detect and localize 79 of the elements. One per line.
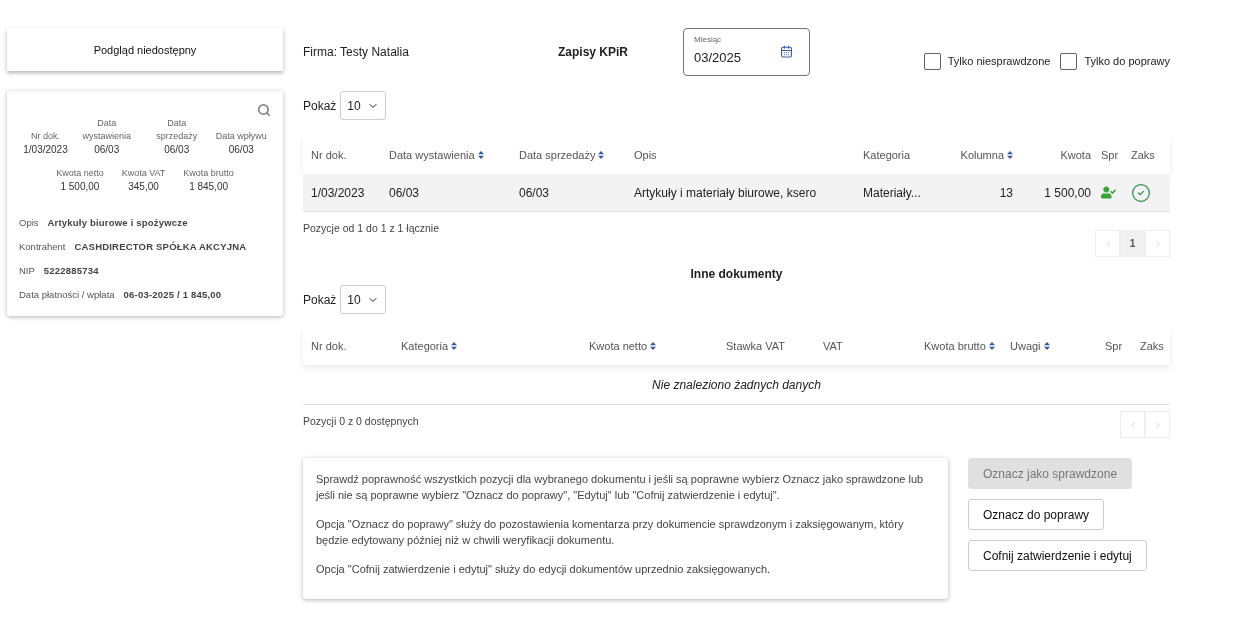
column-header[interactable]: Kolumna (943, 149, 1023, 161)
field-label: Nr dok. (30, 130, 60, 143)
sort-icon[interactable] (451, 342, 458, 350)
checkbox-label: Tylko niesprawdzone (947, 55, 1051, 67)
page-size-select[interactable]: 10 (340, 285, 387, 314)
column-header[interactable]: Uwagi (1010, 340, 1105, 352)
table-cell: 1 500,00 (1044, 185, 1091, 200)
preview-unavailable: Podgląd niedostępny (7, 28, 283, 71)
column-header[interactable]: Zaks (1140, 340, 1170, 352)
column-header[interactable]: Spr (1105, 340, 1140, 352)
column-header[interactable]: Opis (634, 149, 863, 161)
detail-label: Data płatności / wpłata (19, 288, 115, 302)
amount-value: 345,00 (128, 180, 159, 194)
field-value: 06/03 (94, 143, 120, 157)
action-button[interactable]: Cofnij zatwierdzenie i edytuj (968, 540, 1147, 571)
company-name: Firma: Testy Natalia (303, 45, 410, 59)
sort-icon[interactable] (1007, 151, 1013, 159)
table-cell: 13 (999, 185, 1013, 200)
amount-label: Kwota VAT (121, 167, 166, 180)
detail-value: CASHDIRECTOR SPÓŁKA AKCYJNA (74, 240, 247, 254)
sort-icon[interactable] (988, 342, 995, 350)
month-field[interactable]: Miesiąc 03/2025 (683, 28, 810, 76)
detail-value: 06-03-2025 / 1 845,00 (123, 288, 222, 302)
detail-value: Artykuły biurowe i spożywcze (47, 216, 188, 230)
table-cell: Artykuły i materiały biurowe, ksero (634, 185, 817, 200)
column-header[interactable]: Kwota (1023, 149, 1101, 161)
column-header[interactable]: Zaks (1131, 149, 1170, 161)
calendar-icon[interactable] (780, 45, 793, 58)
field-value: 06/03 (228, 143, 254, 157)
page-button[interactable]: 1 (1120, 230, 1145, 257)
sort-icon[interactable] (1043, 342, 1050, 350)
column-header[interactable]: Kategoria (401, 340, 589, 352)
column-header[interactable]: Kwota netto (589, 340, 726, 352)
detail-label: Kontrahent (19, 240, 66, 254)
sort-icon[interactable] (650, 342, 657, 350)
amount-label: Kwota netto (56, 167, 104, 180)
page-size-select[interactable]: 10 (340, 91, 387, 120)
action-button[interactable]: Oznacz do poprawy (968, 499, 1105, 530)
column-header[interactable]: Stawka VAT (726, 340, 823, 352)
section-title: Inne dokumenty (690, 267, 783, 281)
column-header[interactable]: Data wystawienia (389, 149, 519, 161)
column-header[interactable]: Nr dok. (303, 149, 389, 161)
search-icon[interactable] (257, 103, 271, 117)
sort-icon[interactable] (477, 151, 484, 159)
table-summary: Pozycji 0 z 0 dostępnych (303, 415, 419, 427)
detail-value: 5222885734 (43, 264, 99, 278)
checkbox-label: Tylko do poprawy (1084, 55, 1170, 67)
field-label: Data wpływu (215, 130, 267, 143)
table-cell: 06/03 (519, 185, 550, 200)
column-header[interactable]: Kategoria (863, 149, 943, 161)
page-size-label: Pokaż (303, 292, 337, 307)
info-paragraph: Opcja "Oznacz do poprawy" służy do pozostawienia komentarza przy dokumencie sprawdzonym i zaksięgowanym, który będzie edytowany później niż w chwili weryfikacji dokumentu. (316, 517, 905, 548)
column-header[interactable]: Nr dok. (303, 340, 401, 352)
table-cell: Materiały... (863, 185, 921, 200)
field-label: Data wystawienia (81, 117, 132, 143)
info-paragraph: Opcja "Cofnij zatwierdzenie i edytuj" służy do edycji dokumentów uprzednio zaksięgowanych. (316, 562, 772, 577)
detail-label: Opis (19, 216, 39, 230)
page-size-label: Pokaż (303, 98, 337, 113)
table-row[interactable]: 1/03/2023 06/03 06/03 Artykuły i materiały biurowe, ksero Materiały... 13 1 500,00 (303, 174, 1170, 212)
column-header[interactable]: Spr (1101, 149, 1131, 161)
amount-label: Kwota brutto (183, 167, 234, 180)
table-cell: 06/03 (389, 185, 420, 200)
field-label: Data sprzedaży (155, 117, 199, 143)
amount-value: 1 845,00 (189, 180, 229, 194)
info-paragraph: Sprawdź poprawność wszystkich pozycji dla wybranego dokumentu i jeśli są poprawne wybierz Oznacz jako sprawdzone lub jeśli nie są poprawne wybierz "Oznacz do poprawy", "Edytuj" lub "Cofnij zatwierdzenie i edytuj". (316, 472, 925, 503)
field-value: 1/03/2023 (23, 143, 68, 157)
column-header[interactable]: Data sprzedaży (519, 149, 634, 161)
page-title: Zapisy KPiR (557, 45, 629, 59)
table-summary: Pozycje od 1 do 1 z 1 łącznie (303, 222, 439, 234)
empty-message: Nie znaleziono żadnych danych (303, 365, 1170, 405)
column-header[interactable]: Kwota brutto (924, 340, 1010, 352)
column-header[interactable]: VAT (823, 340, 924, 352)
field-value: 06/03 (164, 143, 190, 157)
sort-icon[interactable] (598, 151, 605, 159)
checkbox[interactable] (923, 52, 941, 70)
amount-value: 1 500,00 (60, 180, 100, 194)
detail-label: NIP (19, 264, 35, 278)
table-cell: 1/03/2023 (311, 185, 365, 200)
checkbox[interactable] (1060, 52, 1078, 70)
